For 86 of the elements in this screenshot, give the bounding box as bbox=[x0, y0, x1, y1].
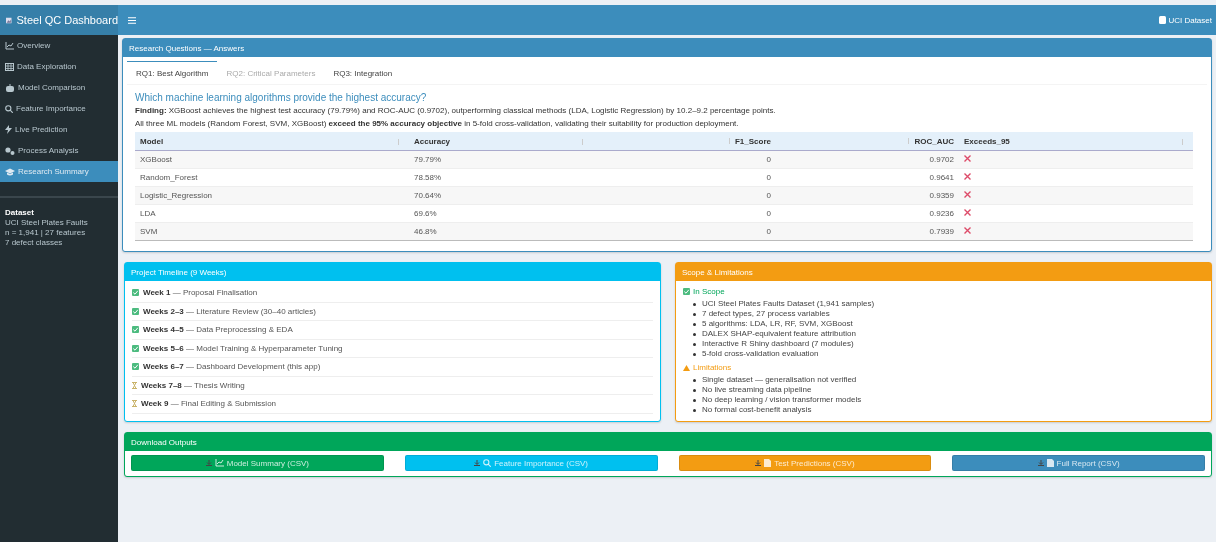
section-heading: Limitations bbox=[693, 363, 732, 372]
database-icon bbox=[1159, 16, 1167, 24]
timeline-item: Weeks 2–3 — Literature Review (30–40 articles) bbox=[143, 306, 316, 316]
column-header[interactable]: Exceeds_95 bbox=[959, 132, 1193, 151]
table-cell: 78.58% bbox=[409, 168, 593, 187]
timeline-item: Week 1 — Proposal Finalisation bbox=[143, 288, 258, 298]
sidebar-item[interactable]: Live Prediction bbox=[0, 119, 118, 140]
tab[interactable]: RQ1: Best Algorithm bbox=[127, 61, 218, 84]
lightning-bolt-icon bbox=[5, 125, 12, 134]
list-item: Interactive R Shiny dashboard (7 modules) bbox=[702, 339, 854, 349]
app-title: Steel QC Dashboard bbox=[16, 14, 118, 26]
sidebar-item[interactable]: Model Comparison bbox=[0, 77, 118, 98]
table-cell: 69.6% bbox=[409, 204, 593, 223]
panel-title: Scope & Limitations bbox=[682, 267, 753, 277]
logo-icon bbox=[6, 15, 12, 25]
timeline-item: Weeks 6–7 — Dashboard Development (this app) bbox=[143, 362, 321, 372]
list-item: 5 algorithms: LDA, LR, RF, SVM, XGBoost bbox=[702, 319, 853, 329]
table-cell: 0 bbox=[593, 168, 776, 187]
table-cell: Random_Forest bbox=[135, 168, 409, 187]
list-item: 5-fold cross-validation evaluation bbox=[702, 349, 819, 359]
checkbox-icon bbox=[683, 288, 690, 295]
download-icon bbox=[474, 460, 481, 466]
document-icon bbox=[764, 459, 772, 467]
sort-icon[interactable] bbox=[397, 138, 400, 145]
bullet-icon bbox=[693, 388, 696, 392]
bullet-icon bbox=[693, 378, 696, 382]
bullet-icon bbox=[693, 332, 696, 336]
finding-text: Finding: XGBoost achieves the highest test accuracy (79.79%) and ROC-AUC (0.9702), outperforming classical methods (LDA, Logistic Regression) by 10.2–9.2 percentage points. bbox=[135, 106, 777, 115]
list-item: No formal cost-benefit analysis bbox=[702, 405, 812, 415]
timeline-item: Weeks 4–5 — Data Preprocessing & EDA bbox=[143, 325, 293, 335]
list-item: No deep learning / vision transformer models bbox=[702, 395, 862, 405]
column-header[interactable]: Model bbox=[135, 132, 409, 151]
search-icon bbox=[5, 104, 13, 113]
question-heading: Which machine learning algorithms provide the highest accuracy? bbox=[135, 92, 428, 103]
table-cell: 0.9641 bbox=[776, 168, 959, 187]
table-cell: 0.9236 bbox=[776, 204, 959, 223]
timeline-item: Weeks 5–6 — Model Training & Hyperparameter Tuning bbox=[143, 343, 343, 353]
bullet-icon bbox=[693, 352, 696, 356]
list-item: 7 defect types, 27 process variables bbox=[702, 309, 830, 319]
objective-text: All three ML models (Random Forest, SVM, XGBoost) exceed the 95% accuracy objective in 5-fold cross-validation, validating their suitability for production deployment. bbox=[135, 119, 740, 128]
sort-icon[interactable] bbox=[907, 138, 911, 145]
panel-title: Research Questions — Answers bbox=[129, 43, 245, 53]
bullet-icon bbox=[693, 312, 696, 316]
sidebar-item[interactable]: Feature Importance bbox=[0, 98, 118, 119]
list-item: No live streaming data pipeline bbox=[702, 385, 812, 395]
dataset-info: UCI Steel Plates Faults bbox=[5, 218, 89, 228]
bullet-icon bbox=[693, 302, 696, 306]
column-header[interactable]: ROC_AUC bbox=[776, 132, 959, 151]
timeline-item: Week 9 — Final Editing & Submission bbox=[141, 399, 277, 409]
tab[interactable]: RQ3: Integration bbox=[324, 61, 402, 84]
dataset-heading: Dataset bbox=[5, 208, 35, 218]
table-cell: LDA bbox=[135, 204, 409, 223]
graduation-cap-icon bbox=[5, 167, 15, 176]
warning-icon bbox=[683, 364, 690, 371]
list-item: DALEX SHAP-equivalent feature attribution bbox=[702, 329, 856, 339]
dataset-info: 7 defect classes bbox=[5, 238, 64, 248]
list-item: Single dataset — generalisation not verified bbox=[702, 375, 857, 385]
document-icon bbox=[1046, 459, 1054, 467]
sort-icon[interactable] bbox=[581, 138, 584, 145]
line-chart-icon bbox=[214, 459, 224, 467]
dataset-info: n = 1,941 | 27 features bbox=[5, 228, 87, 238]
sidebar-item[interactable]: Process Analysis bbox=[0, 140, 118, 161]
bullet-icon bbox=[693, 322, 696, 326]
column-header[interactable]: Accuracy bbox=[409, 132, 593, 151]
timeline-item: Weeks 7–8 — Thesis Writing bbox=[141, 380, 245, 390]
table-icon bbox=[5, 62, 14, 71]
search-icon bbox=[483, 459, 492, 467]
column-header[interactable]: F1_Score bbox=[593, 132, 776, 151]
download-icon bbox=[205, 460, 212, 466]
table-cell: 0 bbox=[593, 204, 776, 223]
sidebar-item[interactable]: Data Exploration bbox=[0, 56, 118, 77]
panel-title: Download Outputs bbox=[131, 437, 197, 447]
bullet-icon bbox=[693, 342, 696, 346]
section-heading: In Scope bbox=[693, 287, 725, 296]
download-icon bbox=[755, 460, 762, 466]
sort-icon[interactable] bbox=[1181, 138, 1184, 145]
download-icon bbox=[1037, 460, 1044, 466]
sidebar-item[interactable]: Overview bbox=[0, 35, 118, 56]
bullet-icon bbox=[693, 408, 696, 412]
bullet-icon bbox=[693, 398, 696, 402]
sort-icon[interactable] bbox=[727, 138, 731, 145]
dataset-label: UCI Dataset bbox=[1168, 15, 1212, 25]
menu-icon[interactable] bbox=[128, 16, 136, 24]
panel-title: Project Timeline (9 Weeks) bbox=[131, 267, 227, 277]
list-item: UCI Steel Plates Faults Dataset (1,941 samples) bbox=[702, 299, 875, 309]
line-chart-icon bbox=[5, 41, 14, 50]
